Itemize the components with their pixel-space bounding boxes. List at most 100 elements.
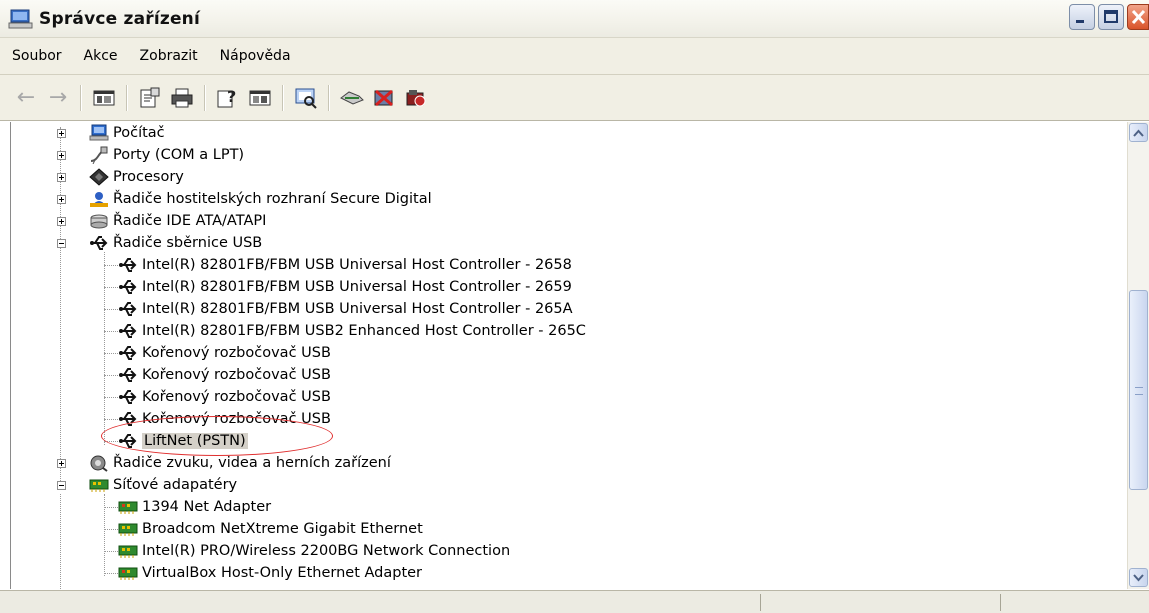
device-tree[interactable]: Počítač Porty (COM a LPT) Procesory Řadi… [10,122,1128,589]
tree-item-network-adapters[interactable]: Síťové adapatéry [55,474,237,496]
tree-item-ide[interactable]: Řadiče IDE ATA/ATAPI [55,210,266,232]
toolbar-separator [328,84,330,111]
tree-item-usb-265a[interactable]: Intel(R) 82801FB/FBM USB Universal Host … [104,298,573,320]
collapse-toggle[interactable] [57,239,66,248]
usb-icon [118,278,138,296]
tree-line [104,573,118,574]
tree-line [104,529,118,530]
tree-item-label: Počítač [113,125,165,141]
uninstall-icon[interactable] [370,84,398,112]
tree-line [104,397,118,398]
close-button[interactable] [1127,4,1149,30]
expand-toggle[interactable] [57,173,66,182]
computer-icon [89,124,109,142]
tree-item-label: Intel(R) 82801FB/FBM USB2 Enhanced Host … [142,323,586,339]
show-hide-tree-icon[interactable] [90,84,118,112]
port-icon [89,146,109,165]
menu-napoveda[interactable]: Nápověda [208,38,301,74]
tree-item-label: Řadiče hostitelských rozhraní Secure Dig… [113,191,432,207]
tree-item-label: Řadiče IDE ATA/ATAPI [113,213,267,229]
ide-icon [89,212,109,230]
title-bar[interactable]: Správce zařízení [0,0,1149,38]
tree-line [104,287,118,288]
tree-item-label: Procesory [113,169,184,185]
tree-item-label: Kořenový rozbočovač USB [142,367,331,383]
scan-hardware-icon[interactable] [292,84,320,112]
tree-line [104,507,118,508]
menu-soubor[interactable]: Soubor [0,38,72,74]
window-title: Správce zařízení [39,8,201,29]
tree-line [104,353,118,354]
vertical-scrollbar[interactable] [1127,122,1149,589]
usb-icon [118,388,138,406]
tree-item-broadcom[interactable]: Broadcom NetXtreme Gigabit Ethernet [104,518,423,540]
usb-icon [89,234,109,252]
usb-icon [118,300,138,318]
print-icon[interactable] [168,84,196,112]
tree-line [104,309,118,310]
show-pane-icon[interactable] [246,84,274,112]
scroll-up-button[interactable] [1129,123,1148,142]
toolbar-separator [204,84,206,111]
expand-toggle[interactable] [57,459,66,468]
scroll-down-button[interactable] [1129,568,1148,587]
tree-item-root-hub[interactable]: Kořenový rozbočovač USB [104,364,331,386]
tree-item-label: Broadcom NetXtreme Gigabit Ethernet [142,521,423,537]
tree-item-label: Intel(R) PRO/Wireless 2200BG Network Con… [142,543,511,559]
tree-line [104,331,118,332]
toolbar-separator [282,84,284,111]
toolbar-separator [80,84,82,111]
network-adapter-icon [118,520,138,538]
menu-akce[interactable]: Akce [72,38,128,74]
scroll-thumb[interactable] [1129,290,1148,490]
menu-bar: Soubor Akce Zobrazit Nápověda [0,38,1149,75]
help-icon[interactable]: ? [214,84,242,112]
tree-item-porty[interactable]: Porty (COM a LPT) [55,144,244,166]
tree-item-label: Kořenový rozbočovač USB [142,345,331,361]
tree-item-virtualbox[interactable]: VirtualBox Host-Only Ethernet Adapter [104,562,422,584]
tree-item-intel-wireless[interactable]: Intel(R) PRO/Wireless 2200BG Network Con… [104,540,510,562]
back-icon[interactable]: ← [12,84,40,112]
tree-item-root-hub[interactable]: Kořenový rozbočovač USB [104,342,331,364]
tree-line [104,265,118,266]
annotation-ellipse [101,416,333,456]
tree-item-1394-net[interactable]: 1394 Net Adapter [104,496,271,518]
expand-toggle[interactable] [57,151,66,160]
tree-item-usb-2659[interactable]: Intel(R) 82801FB/FBM USB Universal Host … [104,276,572,298]
device-manager-icon [8,8,34,30]
tree-item-root-hub[interactable]: Kořenový rozbočovač USB [104,386,331,408]
expand-toggle[interactable] [57,129,66,138]
tree-line [60,494,61,589]
tree-item-label: Intel(R) 82801FB/FBM USB Universal Host … [142,301,573,317]
grip-icon [1135,387,1143,395]
network-adapter-icon [118,498,138,516]
tree-item-usb-controllers[interactable]: Řadiče sběrnice USB [55,232,262,254]
collapse-toggle[interactable] [57,481,66,490]
tree-line [104,551,118,552]
status-panel [1000,594,1001,611]
expand-toggle[interactable] [57,195,66,204]
menu-zobrazit[interactable]: Zobrazit [128,38,208,74]
forward-icon[interactable]: → [44,84,72,112]
usb-icon [118,256,138,274]
tree-item-usb-2658[interactable]: Intel(R) 82801FB/FBM USB Universal Host … [104,254,572,276]
minimize-button[interactable] [1069,4,1095,30]
tree-item-label: Intel(R) 82801FB/FBM USB Universal Host … [142,279,572,295]
tree-line [104,419,118,420]
maximize-button[interactable] [1098,4,1124,30]
properties-icon[interactable] [136,84,164,112]
toolbar: ← → ? [0,75,1149,121]
tree-item-pocitac[interactable]: Počítač [55,122,165,144]
tree-item-sd-host[interactable]: Řadiče hostitelských rozhraní Secure Dig… [55,188,432,210]
cpu-icon [89,168,109,186]
disable-icon[interactable] [402,84,430,112]
update-driver-icon[interactable] [338,84,366,112]
tree-item-usb-265c[interactable]: Intel(R) 82801FB/FBM USB2 Enhanced Host … [104,320,586,342]
sd-host-icon [89,190,109,208]
tree-item-procesory[interactable]: Procesory [55,166,184,188]
expand-toggle[interactable] [57,217,66,226]
usb-icon [118,322,138,340]
network-adapter-icon [89,476,109,494]
tree-item-label: Řadiče sběrnice USB [113,235,263,251]
usb-icon [118,366,138,384]
